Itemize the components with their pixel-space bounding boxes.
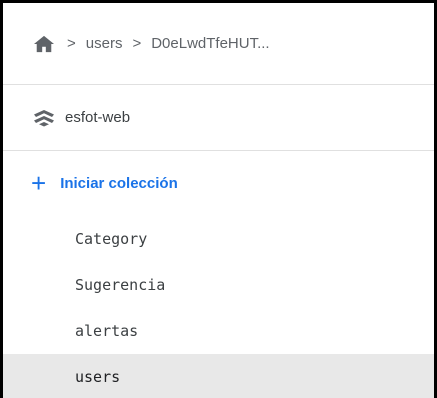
collection-item-category[interactable]: Category <box>3 216 434 262</box>
breadcrumb: > users > D0eLwdTfeHUT... <box>3 3 434 85</box>
collection-label: Sugerencia <box>75 276 166 294</box>
breadcrumb-item-collection[interactable]: users <box>86 35 123 52</box>
start-collection-button[interactable]: + Iniciar colección <box>3 152 434 214</box>
collection-label: users <box>75 368 121 386</box>
collection-item-users[interactable]: users <box>3 354 434 398</box>
chevron-right-icon: > <box>67 35 76 52</box>
start-collection-label: Iniciar colección <box>60 174 178 192</box>
collection-list: Category Sugerencia alertas users <box>3 216 434 398</box>
firestore-panel: > users > D0eLwdTfeHUT... esfot-web + In… <box>0 0 437 398</box>
breadcrumb-item-document[interactable]: D0eLwdTfeHUT... <box>151 35 269 52</box>
project-row[interactable]: esfot-web <box>3 85 434 151</box>
chevron-right-icon: > <box>132 35 142 52</box>
collection-item-alertas[interactable]: alertas <box>3 308 434 354</box>
plus-icon: + <box>31 168 47 198</box>
firestore-icon <box>34 109 54 126</box>
collection-item-sugerencia[interactable]: Sugerencia <box>3 262 434 308</box>
collection-label: alertas <box>75 322 139 340</box>
collection-label: Category <box>75 230 148 248</box>
project-name: esfot-web <box>65 109 131 126</box>
home-icon[interactable] <box>33 34 55 54</box>
